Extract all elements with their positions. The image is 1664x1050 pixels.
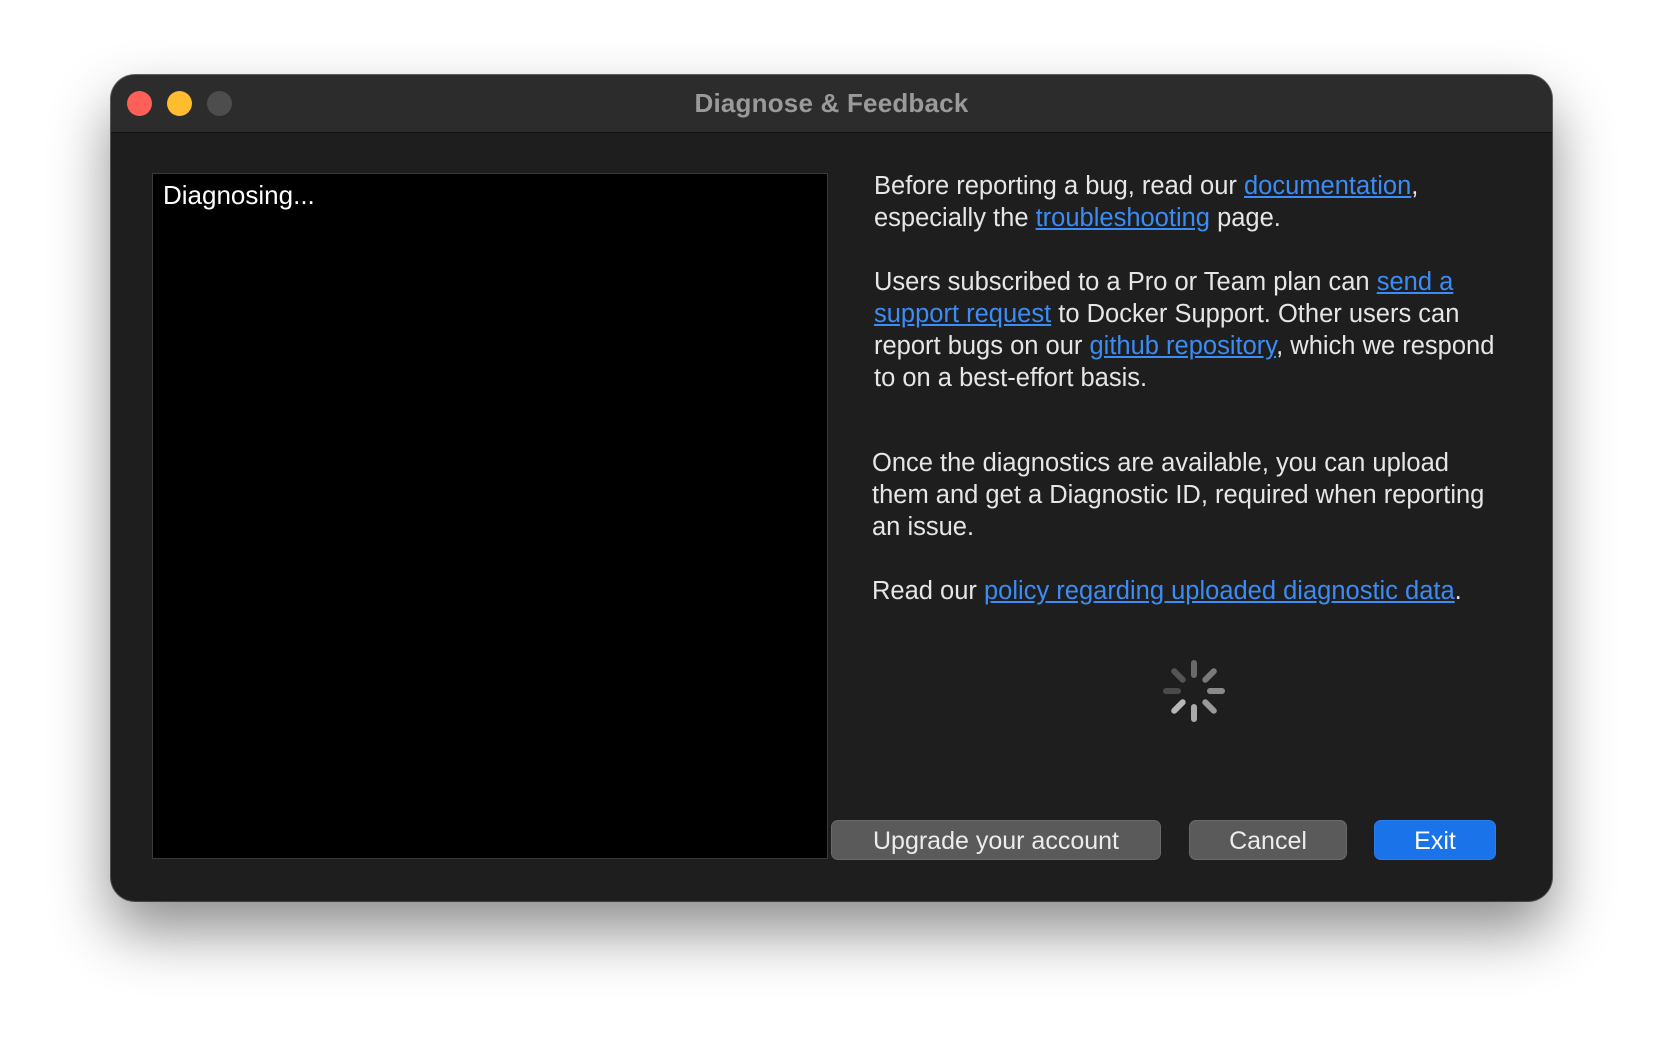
policy-paragraph: Read our policy regarding uploaded diagn…: [872, 575, 1522, 607]
p4-text-1: Read our: [872, 577, 984, 605]
documentation-link[interactable]: documentation: [1244, 172, 1411, 200]
troubleshooting-link[interactable]: troubleshooting: [1036, 204, 1210, 232]
p4-text-2: .: [1454, 577, 1462, 605]
loading-spinner-icon: [1163, 660, 1225, 722]
p2-text-1: Users subscribed to a Pro or Team plan c…: [874, 268, 1377, 296]
upgrade-account-button[interactable]: Upgrade your account: [831, 820, 1161, 860]
diagnose-feedback-window: Diagnose & Feedback Diagnosing... Before…: [111, 75, 1552, 901]
github-repository-link[interactable]: github repository: [1089, 332, 1276, 360]
window-title: Diagnose & Feedback: [694, 88, 969, 118]
exit-button[interactable]: Exit: [1374, 820, 1496, 860]
support-paragraph: Users subscribed to a Pro or Team plan c…: [874, 266, 1514, 394]
title-bar[interactable]: Diagnose & Feedback: [111, 75, 1552, 133]
diagnostics-console[interactable]: Diagnosing...: [152, 173, 828, 859]
p1-text-1: Before reporting a bug, read our: [874, 172, 1244, 200]
documentation-paragraph: Before reporting a bug, read our documen…: [874, 170, 1504, 234]
policy-link[interactable]: policy regarding uploaded diagnostic dat…: [984, 577, 1455, 605]
p1-text-3: page.: [1209, 204, 1281, 232]
cancel-button[interactable]: Cancel: [1189, 820, 1347, 860]
console-output: Diagnosing...: [163, 180, 315, 210]
diagnostics-paragraph: Once the diagnostics are available, you …: [872, 449, 1485, 541]
